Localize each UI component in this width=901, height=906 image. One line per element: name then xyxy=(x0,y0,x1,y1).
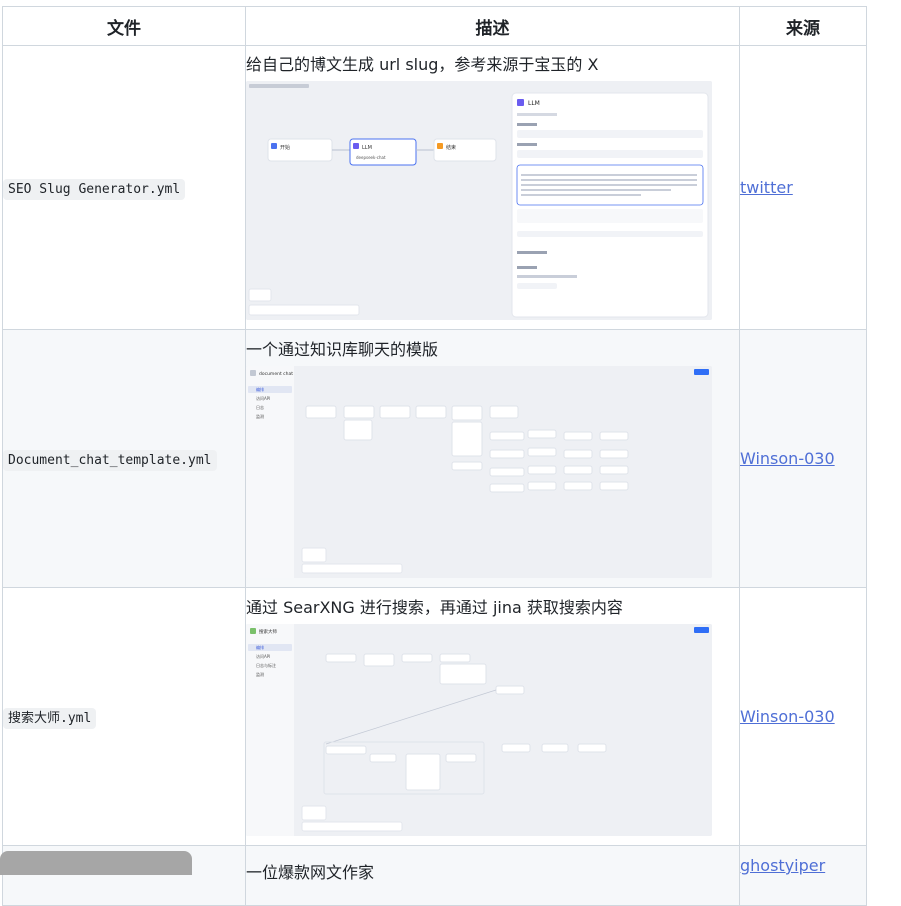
sidebar-item-orchestrate[interactable]: 编排 xyxy=(256,386,264,392)
description-text: 一个通过知识库聊天的模版 xyxy=(246,339,439,359)
header-description: 描述 xyxy=(245,6,740,46)
sidebar-item-monitor[interactable]: 监测 xyxy=(256,413,264,419)
file-cell: SEO Slug Generator.yml xyxy=(2,45,246,330)
llm-model: deepseek-chat xyxy=(356,155,386,160)
description-cell: 给自己的博文生成 url slug，参考来源于宝玉的 X 开始 LLM deep xyxy=(245,45,740,330)
file-cell: Document_chat_template.yml xyxy=(2,329,246,588)
table-row: 搜索大师.yml 通过 SearXNG 进行搜索，再通过 jina 获取搜索内容… xyxy=(2,587,867,846)
source-link[interactable]: twitter xyxy=(740,178,793,197)
llm-node[interactable] xyxy=(349,138,417,166)
source-cell: Winson-030 xyxy=(739,329,867,588)
workflow-screenshot: document chat 编排 访问API 日志 监测 xyxy=(246,365,712,578)
description-cell: 一位爆款网文作家 xyxy=(245,845,740,906)
workflow-table: 文件 描述 来源 SEO Slug Generator.yml 给自己的博文生成… xyxy=(2,6,867,906)
file-name: 搜索大师.yml xyxy=(3,708,97,729)
description-text: 一位爆款网文作家 xyxy=(246,862,375,882)
source-link[interactable]: Winson-030 xyxy=(740,707,835,726)
app-name: 搜索大师 xyxy=(259,628,277,635)
end-node-label: 结束 xyxy=(446,144,456,151)
description-text: 给自己的博文生成 url slug，参考来源于宝玉的 X xyxy=(246,55,599,74)
sidebar-item-api[interactable]: 访问API xyxy=(256,653,270,659)
table-row: SEO Slug Generator.yml 给自己的博文生成 url slug… xyxy=(2,45,867,330)
description-cell: 一个通过知识库聊天的模版 document chat 编排 访问API 日志 监… xyxy=(245,329,740,588)
sidebar-item-logs[interactable]: 日志 xyxy=(256,404,264,410)
end-node[interactable] xyxy=(433,138,497,162)
sidebar-item-monitor[interactable]: 监测 xyxy=(256,671,264,677)
source-cell: twitter xyxy=(739,45,867,330)
header-file: 文件 xyxy=(2,6,246,46)
app-name: document chat xyxy=(259,371,293,377)
file-name: Document_chat_template.yml xyxy=(3,450,217,471)
start-node-label: 开始 xyxy=(280,144,290,151)
source-link[interactable]: Winson-030 xyxy=(740,449,835,468)
description-cell: 通过 SearXNG 进行搜索，再通过 jina 获取搜索内容 搜索大师 编排 … xyxy=(245,587,740,846)
source-link[interactable]: ghostyiper xyxy=(740,856,825,875)
workflow-screenshot: 开始 LLM deepseek-chat 结束 LLM xyxy=(246,81,712,320)
llm-node-label: LLM xyxy=(362,145,372,151)
table-row: Document_chat_template.yml 一个通过知识库聊天的模版 … xyxy=(2,329,867,588)
description-text: 通过 SearXNG 进行搜索，再通过 jina 获取搜索内容 xyxy=(246,597,623,617)
sidebar-item-orchestrate[interactable]: 编排 xyxy=(256,644,264,650)
horizontal-scrollbar-thumb[interactable] xyxy=(0,851,192,875)
workflow-screenshot: 搜索大师 编排 访问API 日志与标注 监测 xyxy=(246,623,712,836)
start-node[interactable] xyxy=(267,138,333,162)
sidebar-item-api[interactable]: 访问API xyxy=(256,395,270,401)
file-name: SEO Slug Generator.yml xyxy=(3,179,186,200)
file-cell: 搜索大师.yml xyxy=(2,587,246,846)
source-cell: ghostyiper xyxy=(739,845,867,906)
table-header-row: 文件 描述 来源 xyxy=(2,6,867,46)
source-cell: Winson-030 xyxy=(739,587,867,846)
sidebar-item-logs[interactable]: 日志与标注 xyxy=(256,662,276,668)
panel-title: LLM xyxy=(528,100,540,107)
header-source: 来源 xyxy=(739,6,867,46)
